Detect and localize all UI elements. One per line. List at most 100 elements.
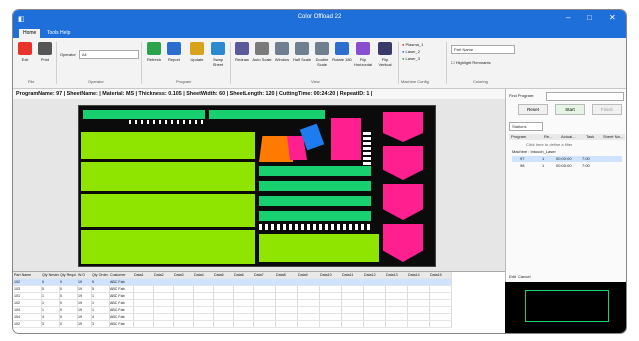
table-cell[interactable]: 101 (13, 293, 42, 300)
column-header[interactable]: W.O (77, 272, 92, 279)
table-cell[interactable] (213, 321, 234, 328)
nest-canvas[interactable] (13, 99, 505, 271)
table-cell[interactable] (429, 307, 452, 314)
table-cell[interactable]: 0 (59, 293, 78, 300)
table-cell[interactable] (385, 314, 408, 321)
table-cell[interactable]: ABC Fab (109, 300, 134, 307)
table-cell[interactable] (173, 286, 194, 293)
machine-list-item-laser3[interactable]: ● Laser_3 (402, 56, 420, 61)
nested-part[interactable] (259, 234, 379, 262)
table-cell[interactable]: 102 (13, 279, 42, 286)
table-cell[interactable]: 5 (91, 279, 110, 286)
nested-part[interactable] (383, 146, 423, 180)
table-cell[interactable]: 3 (41, 321, 60, 328)
table-cell[interactable] (407, 293, 430, 300)
table-cell[interactable]: 3 (91, 321, 110, 328)
table-cell[interactable]: 19 (77, 279, 92, 286)
column-header[interactable]: Data3 (173, 272, 194, 279)
column-header[interactable]: Data12 (363, 272, 386, 279)
table-cell[interactable] (233, 300, 254, 307)
table-cell[interactable] (133, 279, 154, 286)
table-cell[interactable] (385, 293, 408, 300)
table-cell[interactable] (341, 321, 364, 328)
table-cell[interactable] (363, 293, 386, 300)
table-cell[interactable] (407, 300, 430, 307)
coloring-select[interactable]: Part Name (451, 45, 515, 54)
table-cell[interactable] (363, 307, 386, 314)
nested-part[interactable] (383, 112, 423, 142)
table-cell[interactable] (275, 314, 298, 321)
column-header[interactable]: Data10 (319, 272, 342, 279)
table-cell[interactable] (275, 286, 298, 293)
table-cell[interactable] (193, 286, 214, 293)
column-header[interactable]: Qty Order... (91, 272, 110, 279)
table-cell[interactable]: 103 (13, 286, 42, 293)
table-cell[interactable] (233, 307, 254, 314)
table-cell[interactable] (193, 293, 214, 300)
nested-part[interactable] (383, 184, 423, 220)
table-cell[interactable] (213, 286, 234, 293)
table-cell[interactable] (429, 300, 452, 307)
edit-tab[interactable]: Edit (509, 274, 516, 279)
column-header[interactable]: Data14 (407, 272, 430, 279)
table-cell[interactable] (275, 293, 298, 300)
column-header[interactable]: Customer (109, 272, 134, 279)
reset-button[interactable]: Reset (518, 104, 548, 115)
auto-scale-button[interactable]: Auto Scale (252, 42, 272, 62)
table-cell[interactable]: 0 (59, 286, 78, 293)
table-cell[interactable] (153, 293, 174, 300)
table-cell[interactable]: 19 (77, 321, 92, 328)
table-cell[interactable] (429, 293, 452, 300)
filter-hint[interactable]: Click here to define a filter (526, 142, 572, 147)
table-cell[interactable] (363, 286, 386, 293)
table-cell[interactable] (133, 321, 154, 328)
table-cell[interactable] (233, 321, 254, 328)
table-cell[interactable] (173, 279, 194, 286)
column-header[interactable]: Data13 (385, 272, 408, 279)
table-cell[interactable] (297, 300, 320, 307)
machine-list-item-plasma[interactable]: ● Plasma_1 (402, 42, 423, 47)
table-cell[interactable] (275, 307, 298, 314)
table-cell[interactable] (275, 321, 298, 328)
table-cell[interactable]: ABC Fab (109, 279, 134, 286)
table-cell[interactable] (385, 286, 408, 293)
column-header[interactable]: Data9 (297, 272, 320, 279)
table-cell[interactable] (133, 293, 154, 300)
table-cell[interactable]: 0 (59, 279, 78, 286)
table-cell[interactable] (213, 307, 234, 314)
swap-sheet-button[interactable]: Swap Sheet (208, 42, 228, 67)
table-cell[interactable] (173, 314, 194, 321)
table-row[interactable]: 98 1 00:00:00 7:00 (512, 163, 622, 169)
nested-part[interactable] (331, 118, 361, 160)
table-cell[interactable] (341, 293, 364, 300)
table-cell[interactable] (213, 293, 234, 300)
table-cell[interactable] (319, 321, 342, 328)
table-cell[interactable] (173, 300, 194, 307)
half-scale-button[interactable]: Half Scale (292, 42, 312, 62)
table-cell[interactable] (275, 279, 298, 286)
table-cell[interactable] (253, 286, 276, 293)
rotate-180-button[interactable]: Rotate 180 (332, 42, 352, 62)
sheet[interactable] (78, 105, 436, 267)
table-cell[interactable] (193, 321, 214, 328)
table-cell[interactable] (429, 321, 452, 328)
operator-select[interactable]: All (79, 50, 139, 59)
finish-button[interactable]: Finish (592, 104, 622, 115)
table-cell[interactable] (385, 300, 408, 307)
column-header[interactable]: Data6 (233, 272, 254, 279)
table-cell[interactable] (363, 321, 386, 328)
nested-part[interactable] (259, 196, 371, 206)
table-cell[interactable] (407, 314, 430, 321)
table-cell[interactable]: 5 (91, 286, 110, 293)
nested-part[interactable] (81, 230, 255, 264)
nested-part[interactable] (259, 181, 371, 191)
table-cell[interactable]: 5 (41, 286, 60, 293)
table-cell[interactable] (233, 314, 254, 321)
table-cell[interactable] (253, 321, 276, 328)
table-cell[interactable] (297, 314, 320, 321)
table-cell[interactable] (297, 321, 320, 328)
table-cell[interactable]: ABC Fab (109, 307, 134, 314)
table-cell[interactable] (253, 293, 276, 300)
table-cell[interactable]: 19 (77, 307, 92, 314)
column-header[interactable]: Data1 (133, 272, 154, 279)
